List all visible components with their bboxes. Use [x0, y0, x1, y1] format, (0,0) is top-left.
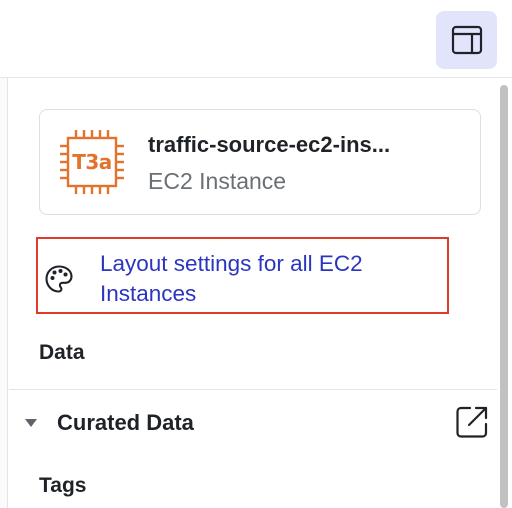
details-panel: T3a traffic-source-ec2-ins... EC2 Instan…: [9, 79, 512, 508]
curated-data-label: Curated Data: [57, 410, 194, 435]
scrollbar-thumb[interactable]: [500, 85, 508, 508]
curated-data-toggle[interactable]: Curated Data: [23, 405, 194, 441]
instance-type-label: T3a: [72, 150, 112, 174]
sidebar-panel-icon: [451, 25, 482, 55]
top-toolbar: [0, 0, 512, 78]
palette-icon: [45, 265, 73, 293]
external-link-icon[interactable]: [453, 403, 491, 441]
caret-down-icon: [25, 419, 37, 427]
node-type: EC2 Instance: [148, 168, 287, 194]
ec2-instance-chip-icon: T3a: [58, 128, 126, 196]
node-name: traffic-source-ec2-ins...: [148, 132, 391, 157]
data-section-title: Data: [39, 341, 85, 364]
section-divider: [9, 389, 512, 390]
panel-toggle-button[interactable]: [436, 11, 497, 69]
node-card: T3a traffic-source-ec2-ins... EC2 Instan…: [39, 109, 481, 215]
layout-settings-label[interactable]: Layout settings for all EC2 Instances: [100, 249, 445, 309]
layout-settings-link[interactable]: Layout settings for all EC2 Instances: [36, 237, 449, 314]
tags-label: Tags: [39, 474, 87, 497]
